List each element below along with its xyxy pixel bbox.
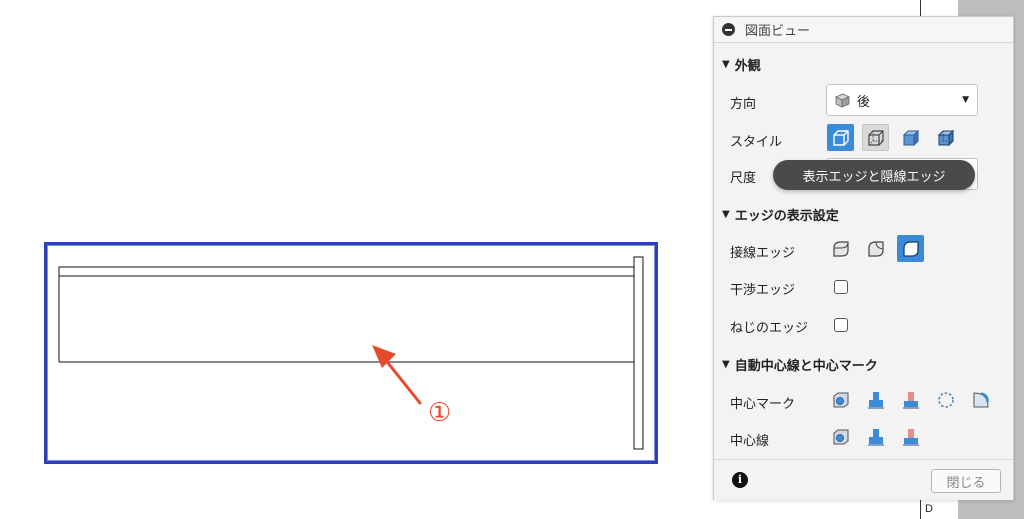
direction-value: 後 [857, 94, 871, 110]
cube-hidden-lines-icon [867, 129, 884, 146]
style-visible-edges-button[interactable] [827, 124, 854, 151]
style-visible-hidden-edges-button[interactable] [862, 124, 889, 151]
annotation-marker-1: ① [428, 398, 452, 428]
collapse-icon[interactable] [722, 23, 735, 36]
tangent-edges-label: 接線エッジ [730, 246, 796, 261]
tangent-shortened-icon [902, 240, 919, 257]
interference-edges-checkbox[interactable] [834, 280, 848, 294]
center-mark-pattern-button[interactable] [897, 386, 924, 413]
section-edge-display[interactable]: ▼ エッジの表示設定 [722, 205, 839, 224]
tangent-edges-shortened-button[interactable] [897, 235, 924, 262]
cylinder-center-line-icon [867, 428, 884, 445]
tangent-full-icon [867, 240, 884, 257]
center-mark-label: 中心マーク [730, 397, 796, 412]
cube-shaded-edges-icon [937, 129, 954, 146]
center-mark-cylinder-button[interactable] [862, 386, 889, 413]
triangle-down-icon: ▼ [722, 59, 730, 70]
center-mark-hole-button[interactable] [827, 386, 854, 413]
cylinder-center-mark-icon [867, 391, 884, 408]
tangent-edges-off-button[interactable] [827, 235, 854, 262]
fillet-arc-icon [973, 391, 989, 407]
center-line-pattern-button[interactable] [897, 423, 924, 450]
center-line-label: 中心線 [730, 434, 770, 449]
cube-wireframe-icon [832, 129, 849, 146]
pattern-center-mark-icon [902, 391, 919, 408]
section-centerline-label: 自動中心線と中心マーク [734, 359, 878, 374]
drawing-view-panel: 図面ビュー ▼ 外観 方向 後 ▼ スタイル 尺度 ▼ エッジの表示設定 接線エ… [713, 16, 1014, 500]
section-centerline[interactable]: ▼ 自動中心線と中心マーク [722, 355, 878, 374]
style-label: スタイル [730, 135, 783, 150]
center-mark-fillet-button[interactable] [967, 386, 994, 413]
dashed-circle-icon [937, 391, 954, 408]
section-appearance-label: 外観 [734, 59, 761, 74]
info-icon[interactable]: i [732, 472, 748, 488]
center-mark-circle-button[interactable] [932, 386, 959, 413]
style-shaded-button[interactable] [897, 124, 924, 151]
triangle-down-icon: ▼ [722, 359, 730, 370]
section-appearance[interactable]: ▼ 外観 [722, 55, 761, 74]
style-tooltip: 表示エッジと隠線エッジ [773, 160, 975, 190]
chevron-down-icon: ▼ [962, 95, 969, 105]
drawing-canvas[interactable]: D ① ② 図面ビュー ▼ 外観 方向 [0, 0, 1024, 519]
panel-header: 図面ビュー [714, 17, 1013, 43]
triangle-down-icon: ▼ [722, 209, 730, 220]
section-edge-display-label: エッジの表示設定 [734, 209, 839, 224]
hole-center-mark-icon [833, 392, 848, 407]
panel-footer: i 閉じる [714, 459, 1013, 500]
close-button[interactable]: 閉じる [931, 469, 1001, 493]
direction-label: 方向 [730, 97, 757, 112]
thread-edges-checkbox[interactable] [834, 318, 848, 332]
cube-shaded-icon [902, 129, 919, 146]
hole-center-line-icon [833, 429, 848, 444]
style-shaded-hidden-button[interactable] [932, 124, 959, 151]
center-line-hole-button[interactable] [827, 423, 854, 450]
panel-title: 図面ビュー [745, 24, 811, 39]
direction-dropdown[interactable]: 後 ▼ [826, 84, 978, 116]
interference-edges-label: 干渉エッジ [730, 283, 796, 298]
center-line-cylinder-button[interactable] [862, 423, 889, 450]
tangent-edges-full-button[interactable] [862, 235, 889, 262]
tangent-off-icon [832, 240, 849, 257]
view-cube-icon [835, 93, 850, 108]
pattern-center-line-icon [902, 428, 919, 445]
scale-label: 尺度 [730, 171, 757, 186]
thread-edges-label: ねじのエッジ [730, 321, 809, 336]
